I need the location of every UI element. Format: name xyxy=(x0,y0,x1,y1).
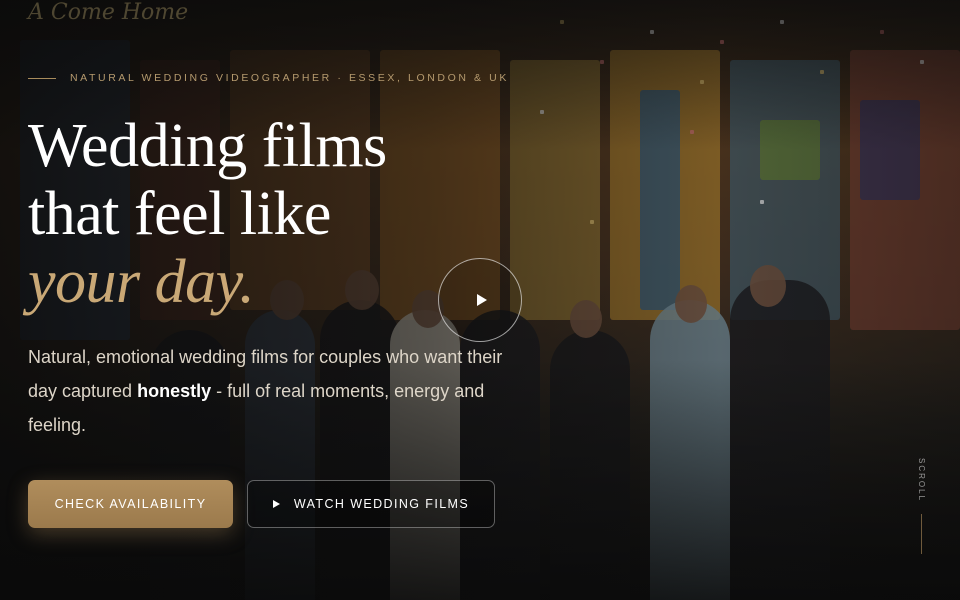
background-sign-text: A Come Home xyxy=(28,0,189,25)
play-icon xyxy=(476,294,487,306)
hero-subtitle: Natural, emotional wedding films for cou… xyxy=(28,340,518,442)
headline-line-3: your day. xyxy=(28,248,255,316)
eyebrow-divider xyxy=(28,77,56,79)
headline-line-1: Wedding films xyxy=(28,112,387,180)
video-play-button[interactable] xyxy=(438,258,522,342)
check-availability-label: CHECK AVAILABILITY xyxy=(54,497,207,511)
scroll-line xyxy=(921,514,922,555)
watch-films-button[interactable]: WATCH WEDDING FILMS xyxy=(247,480,495,528)
scroll-label: SCROLL xyxy=(917,458,926,503)
subtitle-emphasis: honestly xyxy=(137,381,212,401)
hero-section: A Come Home NATURAL WEDDING VIDEOGRAPHER… xyxy=(0,0,960,600)
eyebrow: NATURAL WEDDING VIDEOGRAPHER · ESSEX, LO… xyxy=(28,72,509,84)
check-availability-button[interactable]: CHECK AVAILABILITY xyxy=(28,480,233,528)
headline-line-2: that feel like xyxy=(28,180,331,248)
play-icon xyxy=(272,500,280,508)
page-title: Wedding films that feel like your day. xyxy=(28,112,387,316)
eyebrow-text: NATURAL WEDDING VIDEOGRAPHER · ESSEX, LO… xyxy=(70,72,509,84)
watch-films-label: WATCH WEDDING FILMS xyxy=(293,497,470,511)
scroll-indicator[interactable]: SCROLL xyxy=(917,458,926,555)
